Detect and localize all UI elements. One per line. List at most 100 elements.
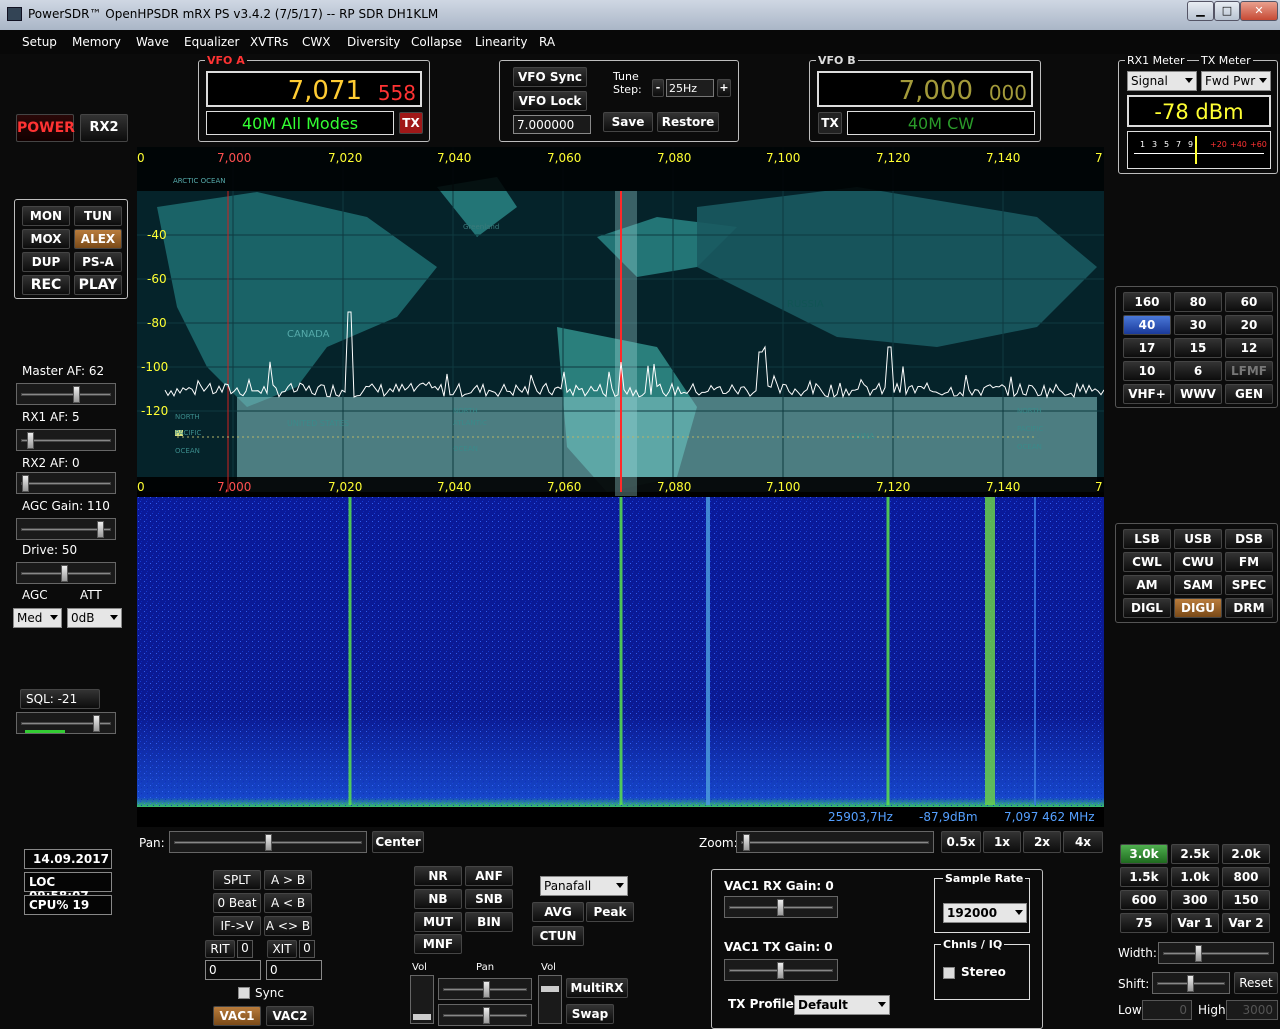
zoom-4x-button[interactable]: 4x [1063, 831, 1103, 853]
band-button-80[interactable]: 80 [1174, 292, 1222, 312]
ps-a-button[interactable]: PS-A [74, 252, 122, 272]
band-button-vhfplus[interactable]: VHF+ [1123, 384, 1171, 404]
mox-button[interactable]: MOX [22, 229, 70, 249]
tune-step-value[interactable]: 25Hz [666, 79, 714, 97]
shift-reset-button[interactable]: Reset [1234, 972, 1278, 994]
split-button[interactable]: SPLT [213, 870, 261, 890]
vac-rx-gain-slider[interactable] [724, 896, 838, 918]
menu-diversity[interactable]: Diversity [347, 35, 400, 49]
menu-linearity[interactable]: Linearity [475, 35, 527, 49]
low-input[interactable]: 0 [1142, 1000, 1192, 1020]
menu-equalizer[interactable]: Equalizer [184, 35, 239, 49]
vfo-sync-button[interactable]: VFO Sync [513, 67, 587, 87]
agc-select[interactable]: Med [13, 608, 62, 628]
mode-button-digu[interactable]: DIGU [1174, 598, 1222, 618]
avg-button[interactable]: AVG [532, 902, 584, 922]
mode-button-drm[interactable]: DRM [1225, 598, 1273, 618]
rx1-volume-slider[interactable] [410, 975, 434, 1024]
band-button-wwv[interactable]: WWV [1174, 384, 1222, 404]
menu-xvtrs[interactable]: XVTRs [250, 35, 288, 49]
rit-button[interactable]: RIT [205, 940, 235, 958]
vac2-button[interactable]: VAC2 [266, 1006, 314, 1026]
nb-button[interactable]: NB [414, 889, 462, 909]
filter-button-1-5k[interactable]: 1.5k [1120, 867, 1168, 887]
mut-button[interactable]: MUT [414, 912, 462, 932]
mon-button[interactable]: MON [22, 206, 70, 226]
b-to-a-button[interactable]: A < B [264, 893, 312, 913]
zoom-0.5x-button[interactable]: 0.5x [941, 831, 981, 853]
dup-button[interactable]: DUP [22, 252, 70, 272]
rx2-volume-slider[interactable] [538, 975, 562, 1024]
menu-memory[interactable]: Memory [72, 35, 121, 49]
mode-button-digl[interactable]: DIGL [1123, 598, 1171, 618]
display-area[interactable]: 0 7,000 7,020 7,040 7,060 7,080 7,100 7,… [137, 147, 1104, 827]
sample-rate-select[interactable]: 192000 [943, 903, 1027, 923]
close-button[interactable]: ✕ [1240, 1, 1278, 21]
tx-profile-select[interactable]: Default [794, 995, 890, 1015]
mode-button-usb[interactable]: USB [1174, 529, 1222, 549]
band-button-60[interactable]: 60 [1225, 292, 1273, 312]
rx2-button[interactable]: RX2 [80, 114, 128, 142]
filter-button-600[interactable]: 600 [1120, 890, 1168, 910]
mode-button-sam[interactable]: SAM [1174, 575, 1222, 595]
sync-checkbox[interactable] [238, 987, 250, 999]
restore-button[interactable]: Restore [657, 112, 719, 132]
menu-cwx[interactable]: CWX [302, 35, 330, 49]
vfo-a-tx-button[interactable]: TX [399, 112, 423, 134]
band-button-40[interactable]: 40 [1123, 315, 1171, 335]
minimize-button[interactable]: ▁ [1187, 1, 1214, 21]
filter-button-800[interactable]: 800 [1222, 867, 1270, 887]
if-to-v-button[interactable]: IF->V [213, 916, 261, 936]
a-to-b-button[interactable]: A > B [264, 870, 312, 890]
tun-button[interactable]: TUN [74, 206, 122, 226]
maximize-button[interactable]: □ [1214, 1, 1240, 21]
xit-value-input[interactable]: 0 [266, 960, 322, 980]
bin-button[interactable]: BIN [465, 912, 513, 932]
band-button-160[interactable]: 160 [1123, 292, 1171, 312]
center-button[interactable]: Center [372, 831, 424, 853]
sql-label[interactable]: SQL: -21 [20, 689, 100, 709]
menu-ra[interactable]: RA [539, 35, 555, 49]
swap-ab-button[interactable]: A <> B [264, 916, 312, 936]
filter-button-300[interactable]: 300 [1171, 890, 1219, 910]
ctun-button[interactable]: CTUN [532, 926, 584, 946]
mode-button-am[interactable]: AM [1123, 575, 1171, 595]
play-button[interactable]: PLAY [74, 275, 122, 295]
snb-button[interactable]: SNB [465, 889, 513, 909]
display-mode-select[interactable]: Panafall [540, 876, 628, 896]
vac1-button[interactable]: VAC1 [213, 1006, 261, 1026]
zero-beat-button[interactable]: 0 Beat [213, 893, 261, 913]
drive-slider[interactable] [16, 562, 116, 584]
rx1-meter-select[interactable]: Signal [1127, 71, 1197, 91]
filter-button-2-5k[interactable]: 2.5k [1171, 844, 1219, 864]
agc-gain-slider[interactable] [16, 518, 116, 540]
filter-button-var-1[interactable]: Var 1 [1171, 913, 1219, 933]
band-button-15[interactable]: 15 [1174, 338, 1222, 358]
vfo-a-display[interactable]: 7,071 558 [206, 71, 422, 107]
tune-step-minus-button[interactable]: - [652, 79, 664, 97]
rx2-pan-slider[interactable] [438, 1004, 532, 1026]
att-select[interactable]: 0dB [67, 608, 122, 628]
master-af-slider[interactable] [16, 383, 116, 405]
zoom-1x-button[interactable]: 1x [983, 831, 1021, 853]
peak-button[interactable]: Peak [586, 902, 634, 922]
width-slider[interactable] [1158, 942, 1274, 964]
band-button-30[interactable]: 30 [1174, 315, 1222, 335]
alex-button[interactable]: ALEX [74, 229, 122, 249]
pan-slider[interactable] [169, 831, 367, 853]
save-button[interactable]: Save [603, 112, 653, 132]
multirx-button[interactable]: MultiRX [566, 978, 628, 998]
power-button[interactable]: POWER [16, 114, 75, 142]
mode-button-lsb[interactable]: LSB [1123, 529, 1171, 549]
tx-meter-select[interactable]: Fwd Pwr [1201, 71, 1271, 91]
band-button-20[interactable]: 20 [1225, 315, 1273, 335]
rx2-af-slider[interactable] [16, 472, 116, 494]
band-button-17[interactable]: 17 [1123, 338, 1171, 358]
tune-step-plus-button[interactable]: + [717, 79, 731, 97]
mode-button-fm[interactable]: FM [1225, 552, 1273, 572]
anf-button[interactable]: ANF [465, 866, 513, 886]
rit-value-input[interactable]: 0 [205, 960, 261, 980]
high-input[interactable]: 3000 [1226, 1000, 1278, 1020]
band-button-12[interactable]: 12 [1225, 338, 1273, 358]
swap-button[interactable]: Swap [566, 1004, 614, 1024]
